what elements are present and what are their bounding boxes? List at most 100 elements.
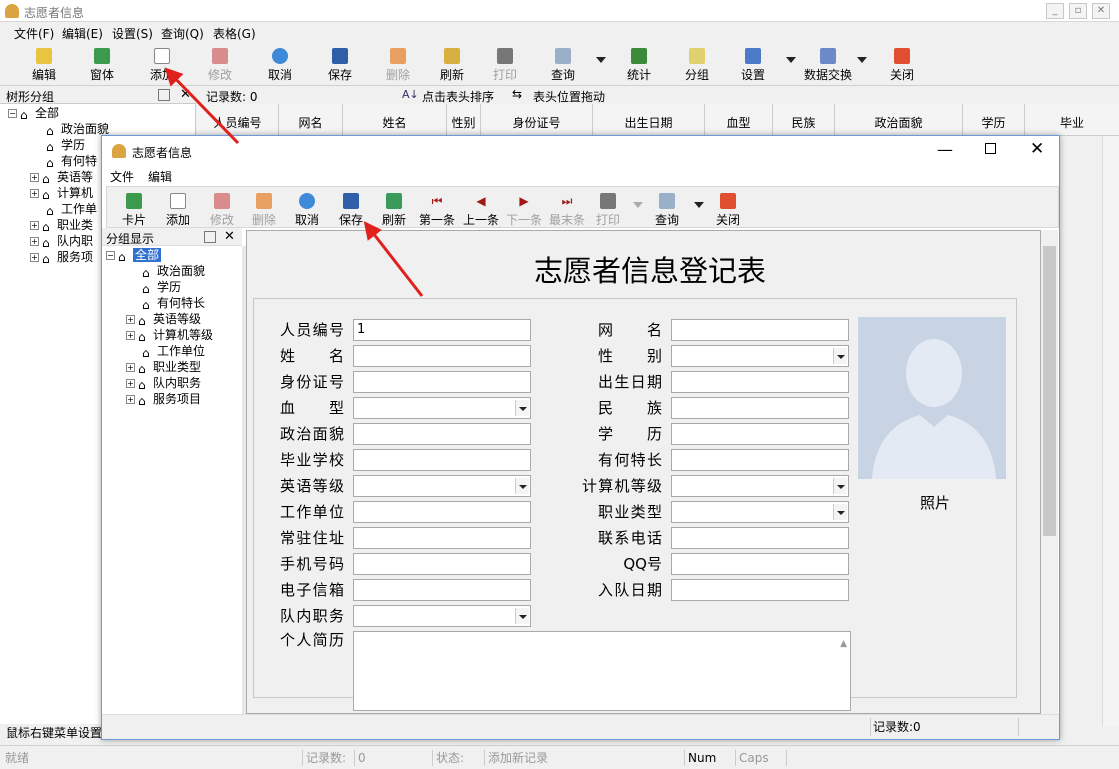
group-item[interactable]: ⌂ 有何特长 xyxy=(142,294,205,312)
toolbar-save-button[interactable]: 保存 xyxy=(326,46,354,83)
toolbar-modify-button[interactable]: 修改 xyxy=(206,46,234,83)
print-dropdown-arrow-icon[interactable] xyxy=(633,202,643,208)
group-item[interactable]: ⌂ 政治面貌 xyxy=(142,262,205,280)
dropdown-arrow-icon[interactable] xyxy=(833,348,847,364)
id-card-field[interactable] xyxy=(353,371,531,393)
child-prev-button[interactable]: ◀ 上一条 xyxy=(461,191,501,228)
column-header[interactable]: 血型 xyxy=(705,104,773,136)
dropdown-arrow-icon[interactable] xyxy=(515,608,529,624)
child-delete-button[interactable]: 删除 xyxy=(251,191,277,228)
child-close-button[interactable]: 关闭 xyxy=(715,191,741,228)
gender-select[interactable] xyxy=(671,345,849,367)
toolbar-delete-button[interactable]: 删除 xyxy=(384,46,412,83)
child-save-button[interactable]: 保存 xyxy=(338,191,364,228)
resize-grip[interactable] xyxy=(1018,718,1058,736)
group-item[interactable]: + ⌂ 英语等级 xyxy=(126,310,201,328)
person-id-field[interactable]: 1 xyxy=(353,319,531,341)
column-header[interactable]: 学历 xyxy=(963,104,1025,136)
expand-icon[interactable]: + xyxy=(30,173,39,182)
tree-item[interactable]: ⌂ 工作单 xyxy=(46,200,97,218)
expand-icon[interactable]: + xyxy=(30,253,39,262)
child-card-button[interactable]: 卡片 xyxy=(121,191,147,228)
collapse-icon[interactable]: − xyxy=(8,109,17,118)
scroll-up-icon[interactable]: ▲ xyxy=(840,634,847,654)
child-query-button[interactable]: 查询 xyxy=(654,191,680,228)
pin-icon[interactable] xyxy=(158,89,170,101)
child-first-button[interactable]: ⏮ 第一条 xyxy=(417,191,457,228)
photo-box[interactable] xyxy=(858,317,1006,479)
expand-icon[interactable]: + xyxy=(126,315,135,324)
expand-icon[interactable]: + xyxy=(30,189,39,198)
expand-icon[interactable]: + xyxy=(126,395,135,404)
child-menu-edit[interactable]: 编辑 xyxy=(148,168,172,185)
column-header[interactable]: 网名 xyxy=(279,104,343,136)
specialty-field[interactable] xyxy=(671,449,849,471)
close-button[interactable]: ✕ xyxy=(1092,3,1110,19)
child-next-button[interactable]: ▶ 下一条 xyxy=(504,191,544,228)
group-item[interactable]: + ⌂ 队内职务 xyxy=(126,374,201,392)
column-header[interactable]: 出生日期 xyxy=(593,104,705,136)
phone-field[interactable] xyxy=(671,527,849,549)
menu-edit[interactable]: 编辑(E) xyxy=(62,25,103,42)
menu-table[interactable]: 表格(G) xyxy=(213,25,256,42)
political-field[interactable] xyxy=(353,423,531,445)
close-icon[interactable]: ✕ xyxy=(1030,139,1044,159)
school-field[interactable] xyxy=(353,449,531,471)
minimize-button[interactable]: _ xyxy=(1046,3,1064,19)
child-menu-file[interactable]: 文件 xyxy=(110,168,134,185)
blood-type-select[interactable] xyxy=(353,397,531,419)
dropdown-arrow-icon[interactable] xyxy=(515,478,529,494)
toolbar-form-button[interactable]: 窗体 xyxy=(88,46,116,83)
email-field[interactable] xyxy=(353,579,531,601)
toolbar-close-button[interactable]: 关闭 xyxy=(888,46,916,83)
tree-item[interactable]: ⌂ 政治面貌 xyxy=(46,120,109,138)
toolbar-refresh-button[interactable]: 刷新 xyxy=(438,46,466,83)
dropdown-arrow-icon[interactable] xyxy=(515,400,529,416)
toolbar-settings-button[interactable]: 设置 xyxy=(739,46,767,83)
minimize-icon[interactable]: — xyxy=(937,140,953,159)
child-last-button[interactable]: ⏭ 最末条 xyxy=(547,191,587,228)
panel-close-icon[interactable]: ✕ xyxy=(224,229,235,244)
mobile-field[interactable] xyxy=(353,553,531,575)
tree-item[interactable]: ⌂ 有何特 xyxy=(46,152,97,170)
tree-item[interactable]: ⌂ 学历 xyxy=(46,136,85,154)
education-field[interactable] xyxy=(671,423,849,445)
main-vertical-scrollbar[interactable] xyxy=(1102,136,1119,726)
tree-item[interactable]: + ⌂ 计算机 xyxy=(30,184,93,202)
expand-icon[interactable]: + xyxy=(126,379,135,388)
toolbar-print-button[interactable]: 打印 xyxy=(491,46,519,83)
form-vertical-scrollbar[interactable] xyxy=(1041,230,1058,714)
workplace-field[interactable] xyxy=(353,501,531,523)
column-header[interactable]: 民族 xyxy=(773,104,835,136)
address-field[interactable] xyxy=(353,527,531,549)
settings-dropdown-arrow-icon[interactable] xyxy=(786,57,796,63)
child-add-button[interactable]: 添加 xyxy=(165,191,191,228)
expand-icon[interactable]: + xyxy=(30,221,39,230)
group-item[interactable]: + ⌂ 服务项目 xyxy=(126,390,201,408)
column-header[interactable]: 政治面貌 xyxy=(835,104,963,136)
tree-item-all[interactable]: − ⌂ 全部 xyxy=(8,104,59,122)
expand-icon[interactable]: + xyxy=(126,331,135,340)
column-header[interactable]: 姓名 xyxy=(343,104,447,136)
resume-textarea[interactable]: ▲ xyxy=(353,631,851,711)
group-item[interactable]: + ⌂ 计算机等级 xyxy=(126,326,213,344)
menu-settings[interactable]: 设置(S) xyxy=(112,25,153,42)
toolbar-cancel-button[interactable]: 取消 xyxy=(266,46,294,83)
child-modify-button[interactable]: 修改 xyxy=(209,191,235,228)
qq-field[interactable] xyxy=(671,553,849,575)
column-header[interactable]: 身份证号 xyxy=(481,104,593,136)
nickname-field[interactable] xyxy=(671,319,849,341)
child-print-button[interactable]: 打印 xyxy=(595,191,621,228)
toolbar-query-button[interactable]: 查询 xyxy=(549,46,577,83)
expand-icon[interactable]: + xyxy=(126,363,135,372)
query-dropdown-arrow-icon[interactable] xyxy=(596,57,606,63)
toolbar-stats-button[interactable]: 统计 xyxy=(625,46,653,83)
dropdown-arrow-icon[interactable] xyxy=(833,478,847,494)
menu-query[interactable]: 查询(Q) xyxy=(161,25,204,42)
dropdown-arrow-icon[interactable] xyxy=(833,504,847,520)
birthdate-field[interactable] xyxy=(671,371,849,393)
child-cancel-button[interactable]: 取消 xyxy=(294,191,320,228)
query-dropdown-arrow-icon[interactable] xyxy=(694,202,704,208)
column-header[interactable]: 人员编号 xyxy=(197,104,279,136)
menu-file[interactable]: 文件(F) xyxy=(14,25,54,42)
